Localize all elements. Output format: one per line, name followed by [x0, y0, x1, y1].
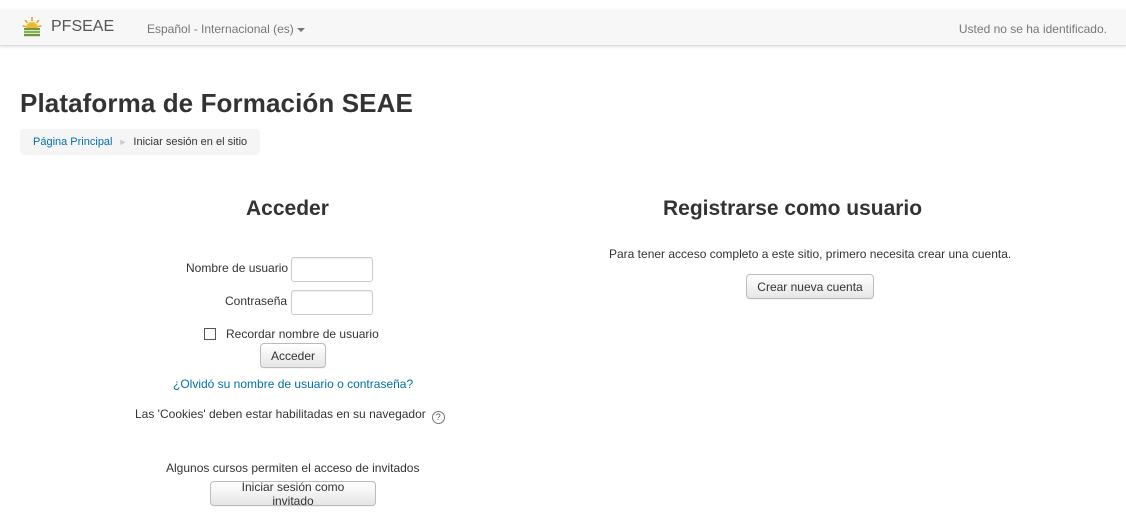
breadcrumb-home-link[interactable]: Página Principal [33, 136, 113, 148]
username-input[interactable] [291, 257, 373, 282]
site-logo[interactable] [22, 16, 42, 40]
login-button[interactable]: Acceder [260, 343, 326, 368]
breadcrumb-current: Iniciar sesión en el sitio [133, 136, 248, 148]
signup-heading: Registrarse como usuario [663, 197, 923, 220]
language-label: Español - Internacional (es) [147, 22, 294, 36]
signup-description: Para tener acceso completo a este sitio,… [609, 247, 1012, 261]
username-label: Nombre de usuario [186, 261, 289, 275]
guest-login-button[interactable]: Iniciar sesión como invitado [210, 480, 376, 508]
remember-username-label: Recordar nombre de usuario [226, 327, 379, 341]
brand-link[interactable]: PFSEAE [51, 18, 114, 36]
breadcrumb: Página Principal ► Iniciar sesión en el … [20, 129, 261, 155]
top-navbar: PFSEAE Español - Internacional (es) Uste… [0, 10, 1126, 46]
guest-notice: Algunos cursos permiten el acceso de inv… [166, 461, 420, 475]
page-title: Plataforma de Formación SEAE [20, 88, 413, 118]
question-circle-icon[interactable]: ? [431, 411, 445, 424]
breadcrumb-separator-icon: ► [118, 137, 128, 147]
caret-down-icon [296, 27, 305, 32]
password-label: Contraseña [225, 294, 288, 308]
forgot-password-link[interactable]: ¿Olvidó su nombre de usuario o contraseñ… [173, 377, 413, 391]
login-status: Usted no se ha identificado. [958, 22, 1107, 36]
cookies-notice: Las 'Cookies' deben estar habilitadas en… [135, 407, 445, 424]
remember-username-checkbox[interactable] [204, 328, 216, 340]
login-heading: Acceder [246, 197, 329, 220]
cookies-notice-text: Las 'Cookies' deben estar habilitadas en… [135, 407, 426, 421]
create-account-button[interactable]: Crear nueva cuenta [746, 274, 874, 299]
password-input[interactable] [291, 290, 373, 315]
language-menu[interactable]: Español - Internacional (es) [147, 22, 305, 36]
